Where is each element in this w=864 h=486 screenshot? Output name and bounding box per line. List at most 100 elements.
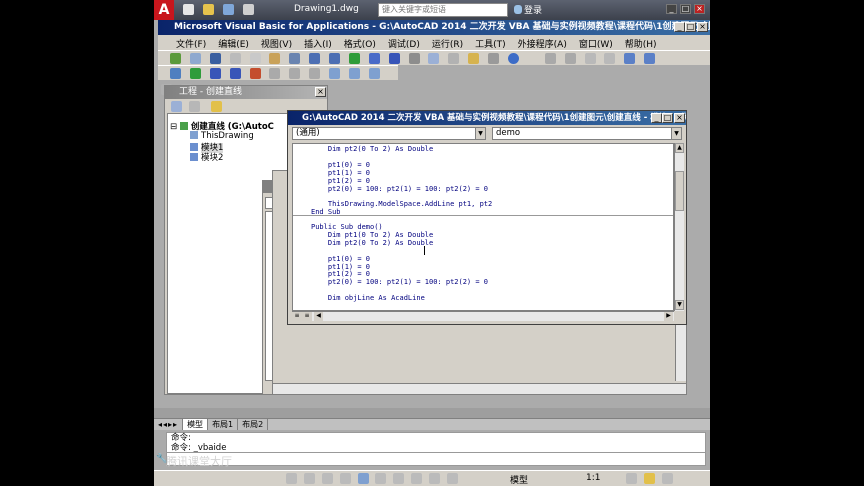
scroll-down-icon[interactable]: ▼ xyxy=(675,300,684,310)
help-icon[interactable] xyxy=(507,53,519,64)
collapse-icon[interactable]: ⊟ xyxy=(170,122,177,132)
project-icon xyxy=(179,122,188,130)
polar-icon[interactable] xyxy=(339,473,351,484)
acad-close-button[interactable]: × xyxy=(694,4,705,14)
procedure-combo[interactable]: demo ▼ xyxy=(492,127,682,140)
break-icon[interactable] xyxy=(368,53,380,64)
layout-tabs-bar: ◂◂▸▸ 模型 布局1 布局2 xyxy=(154,418,710,430)
find-icon[interactable] xyxy=(289,53,301,64)
lineweight-icon[interactable] xyxy=(446,473,458,484)
watch-window-icon[interactable] xyxy=(368,68,380,79)
full-module-view-icon[interactable]: ≡ xyxy=(302,312,312,321)
design-mode-icon[interactable] xyxy=(408,53,420,64)
paste-icon[interactable] xyxy=(269,53,281,64)
save-project-icon[interactable] xyxy=(209,53,221,64)
debug-view-icon[interactable] xyxy=(170,68,181,79)
new-icon[interactable] xyxy=(183,4,194,15)
chevron-down-icon[interactable]: ▼ xyxy=(671,128,681,139)
redo-icon[interactable] xyxy=(329,53,340,64)
bookmark-icon[interactable] xyxy=(624,53,636,64)
snap-icon[interactable] xyxy=(286,473,297,484)
uncomment-icon[interactable] xyxy=(604,53,616,64)
scroll-right-icon[interactable]: ▶ xyxy=(664,312,673,321)
toggle-folders-icon[interactable] xyxy=(210,101,222,112)
annotation-scale[interactable]: 1:1 xyxy=(586,473,600,483)
code-horizontal-scrollbar[interactable]: ≡ ≡ ◀ ▶ xyxy=(292,311,674,321)
ortho-icon[interactable] xyxy=(321,473,333,484)
vba-minimize-button[interactable]: _ xyxy=(674,22,685,32)
locals-window-icon[interactable] xyxy=(329,68,340,79)
ducs-icon[interactable] xyxy=(411,473,423,484)
object-combo[interactable]: (通用) ▼ xyxy=(292,127,486,140)
run-icon[interactable] xyxy=(348,53,360,64)
toggle-breakpoint-icon[interactable] xyxy=(249,68,261,79)
copy-icon[interactable] xyxy=(249,53,261,64)
vba-close-button[interactable]: × xyxy=(697,22,708,32)
workspace-icon[interactable] xyxy=(626,473,637,484)
view-code-icon[interactable] xyxy=(171,101,182,112)
view-object-icon[interactable] xyxy=(188,101,200,112)
vba-maximize-button[interactable]: □ xyxy=(685,22,696,32)
grid-icon[interactable] xyxy=(303,473,315,484)
osnap-icon[interactable] xyxy=(357,473,369,484)
scroll-up-icon[interactable]: ▲ xyxy=(675,143,684,153)
view-acad-icon[interactable] xyxy=(170,53,181,64)
dyn-icon[interactable] xyxy=(429,473,440,484)
otrack-icon[interactable] xyxy=(393,473,405,484)
scroll-thumb[interactable] xyxy=(675,171,684,211)
code-editor[interactable]: Dim pt2(0 To 2) As Double pt1(0) = 0 pt1… xyxy=(292,143,674,311)
wrench-icon[interactable]: 🔧 xyxy=(156,454,167,464)
undo-icon[interactable] xyxy=(309,53,321,64)
tab-nav-arrows[interactable]: ◂◂▸▸ xyxy=(154,419,184,430)
tab-layout1[interactable]: 布局1 xyxy=(208,419,239,430)
model-space-button[interactable]: 模型 xyxy=(510,473,528,486)
cut-icon[interactable] xyxy=(229,53,241,64)
chevron-down-icon[interactable]: ▼ xyxy=(475,128,485,139)
search-input[interactable]: 键入关键字或短语 xyxy=(378,3,508,17)
next-bookmark-icon[interactable] xyxy=(644,53,656,64)
properties-icon[interactable] xyxy=(448,53,460,64)
save-icon[interactable] xyxy=(222,4,234,15)
insert-module-icon[interactable] xyxy=(189,53,201,64)
user-icon xyxy=(514,5,522,14)
tab-model[interactable]: 模型 xyxy=(183,419,209,430)
step-over-icon[interactable] xyxy=(289,68,301,79)
open-icon[interactable] xyxy=(202,4,214,15)
tree-item-module2[interactable]: 模块2 xyxy=(190,151,223,163)
acad-maximize-button[interactable]: □ xyxy=(680,4,691,14)
step-into-icon[interactable] xyxy=(269,68,281,79)
code-vertical-scrollbar[interactable]: ▲ ▼ xyxy=(674,143,684,311)
autocad-logo-icon[interactable]: A xyxy=(154,0,174,20)
step-out-icon[interactable] xyxy=(309,68,321,79)
acad-minimize-button[interactable]: _ xyxy=(666,4,677,14)
indent-icon[interactable] xyxy=(544,53,556,64)
code-maximize-button[interactable]: □ xyxy=(662,113,673,123)
debug-reset-icon[interactable] xyxy=(229,68,241,79)
drawing-area[interactable] xyxy=(154,408,710,418)
lock-icon[interactable] xyxy=(643,473,655,484)
project-explorer-icon[interactable] xyxy=(428,53,440,64)
tab-layout2[interactable]: 布局2 xyxy=(238,419,269,430)
status-tray xyxy=(624,473,704,485)
project-explorer-close-button[interactable]: × xyxy=(315,87,326,97)
debug-break-icon[interactable] xyxy=(209,68,221,79)
3dosnap-icon[interactable] xyxy=(375,473,387,484)
reset-icon[interactable] xyxy=(388,53,400,64)
procedure-view-icon[interactable]: ≡ xyxy=(292,312,302,321)
command-line-1: 命令: xyxy=(171,433,191,443)
code-minimize-button[interactable]: _ xyxy=(651,113,662,123)
scroll-left-icon[interactable]: ◀ xyxy=(314,312,323,321)
toolbox-icon[interactable] xyxy=(488,53,499,64)
outdent-icon[interactable] xyxy=(564,53,576,64)
plot-icon[interactable] xyxy=(242,4,254,15)
login-link[interactable]: 登录 xyxy=(524,3,542,16)
comment-icon[interactable] xyxy=(584,53,596,64)
clean-screen-icon[interactable] xyxy=(661,473,673,484)
back-window-hscroll[interactable] xyxy=(273,383,686,394)
debug-run-icon[interactable] xyxy=(189,68,201,79)
tree-item-thisdrawing[interactable]: ThisDrawing xyxy=(190,131,254,141)
object-browser-icon[interactable] xyxy=(468,53,480,64)
code-close-button[interactable]: × xyxy=(674,113,685,123)
immediate-window-icon[interactable] xyxy=(348,68,360,79)
command-input[interactable] xyxy=(166,452,706,466)
